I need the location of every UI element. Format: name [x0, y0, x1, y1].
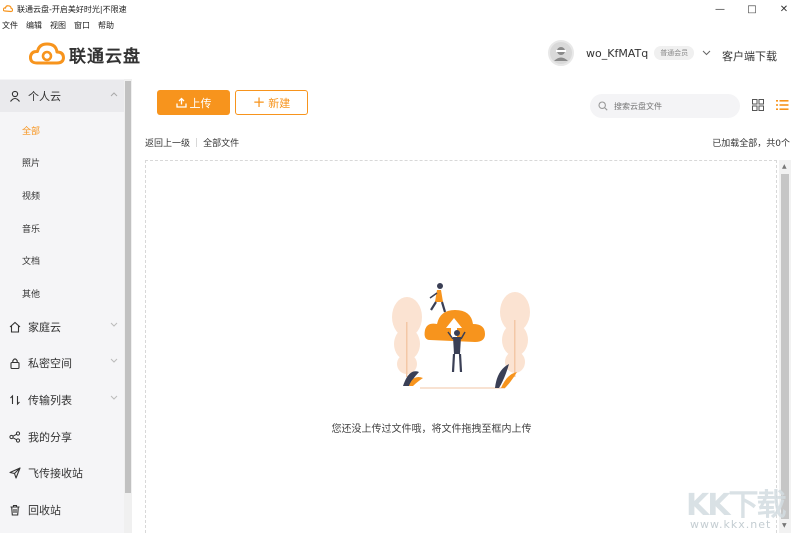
- sidebar-item-family-cloud[interactable]: 家庭云: [0, 311, 124, 343]
- upload-button[interactable]: 上传: [157, 90, 230, 115]
- sidebar-item-videos[interactable]: 视频: [22, 189, 40, 202]
- empty-upload-illustration: [392, 283, 530, 389]
- empty-state-text: 您还没上传过文件哦，将文件拖拽至框内上传: [331, 424, 532, 435]
- watermark-url: www.kkx.net: [690, 518, 772, 531]
- new-button[interactable]: + 新建: [235, 90, 308, 115]
- logo[interactable]: 联通云盘: [29, 41, 141, 67]
- grid-view-icon[interactable]: [752, 99, 764, 111]
- user-menu[interactable]: wo_KfMATq 普通会员: [548, 40, 711, 66]
- window-controls: — □ ✕: [704, 0, 800, 18]
- search-icon: [598, 101, 608, 111]
- download-client-link[interactable]: 客户端下载: [722, 48, 777, 64]
- breadcrumb: 返回上一级 | 全部文件: [145, 136, 239, 150]
- maximize-button[interactable]: □: [736, 0, 768, 18]
- empty-state-message: 您还没上传过文件哦，将文件拖拽至框内上传: [0, 420, 800, 435]
- new-button-label: 新建: [268, 96, 291, 110]
- sidebar-item-label: 传输列表: [28, 394, 72, 407]
- trash-icon: [9, 504, 21, 516]
- app-header: 联通云盘 wo_KfMATq 普通会员 客户端下载: [0, 32, 800, 77]
- sidebar-item-personal-cloud[interactable]: 个人云: [0, 80, 124, 112]
- minimize-button[interactable]: —: [704, 0, 736, 18]
- sidebar-item-private-space[interactable]: 私密空间: [0, 347, 124, 379]
- sidebar-item-all[interactable]: 全部: [22, 124, 40, 137]
- home-icon: [9, 321, 21, 333]
- sidebar-item-label: 私密空间: [28, 357, 72, 370]
- sidebar-item-transfer-list[interactable]: 传输列表: [0, 384, 124, 416]
- sidebar-item-label: 回收站: [28, 504, 61, 517]
- breadcrumb-back[interactable]: 返回上一级: [145, 136, 190, 149]
- username[interactable]: wo_KfMATq: [586, 47, 648, 60]
- upload-button-label: 上传: [189, 96, 212, 110]
- sidebar-item-recycle-bin[interactable]: 回收站: [0, 494, 124, 526]
- breadcrumb-separator: |: [195, 137, 199, 148]
- chevron-down-icon: [110, 358, 118, 363]
- logo-text: 联通云盘: [69, 46, 141, 67]
- avatar[interactable]: [548, 40, 574, 66]
- sidebar-item-label: 个人云: [28, 90, 61, 103]
- sidebar-item-photos[interactable]: 照片: [22, 156, 40, 169]
- search-box[interactable]: [590, 94, 740, 118]
- breadcrumb-current[interactable]: 全部文件: [203, 136, 239, 149]
- search-input[interactable]: [614, 101, 724, 111]
- member-badge: 普通会员: [654, 46, 695, 60]
- user-icon: [9, 90, 21, 102]
- menu-window[interactable]: 窗口: [74, 20, 90, 31]
- sidebar-item-music[interactable]: 音乐: [22, 222, 40, 235]
- title-bar: 联通云盘-开启美好时光|不限速: [0, 0, 800, 18]
- cloud-logo-icon: [29, 42, 65, 65]
- plus-icon: +: [252, 93, 266, 111]
- window-title: 联通云盘-开启美好时光|不限速: [17, 4, 127, 14]
- app-icon: [3, 5, 13, 13]
- sidebar-item-fly-receive[interactable]: 飞传接收站: [0, 457, 124, 489]
- load-status: 已加载全部，共0个: [712, 139, 790, 149]
- sidebar-item-label: 飞传接收站: [28, 467, 83, 480]
- list-view-icon[interactable]: [776, 99, 789, 111]
- chevron-up-icon: [110, 92, 118, 97]
- paper-plane-icon: [9, 467, 21, 479]
- main-scroll-thumb[interactable]: [781, 174, 789, 519]
- transfer-arrows-icon: [9, 394, 21, 406]
- chevron-down-icon: [110, 322, 118, 327]
- upload-icon: [175, 97, 187, 108]
- lock-icon: [9, 357, 21, 369]
- sidebar-item-label: 家庭云: [28, 321, 61, 334]
- menu-file[interactable]: 文件: [2, 20, 18, 31]
- chevron-down-icon[interactable]: [702, 50, 711, 56]
- close-button[interactable]: ✕: [768, 0, 800, 18]
- main-scrollbar[interactable]: ▲ ▼: [779, 160, 791, 533]
- chevron-down-icon: [110, 395, 118, 400]
- user-avatar-icon: [554, 47, 568, 61]
- sidebar-item-other[interactable]: 其他: [22, 287, 40, 300]
- menu-view[interactable]: 视图: [50, 20, 66, 31]
- menu-help[interactable]: 帮助: [98, 20, 114, 31]
- sidebar-item-documents[interactable]: 文档: [22, 254, 40, 267]
- menu-edit[interactable]: 编辑: [26, 20, 42, 31]
- sidebar-scrollbar[interactable]: [124, 79, 132, 533]
- scroll-up-arrow-icon[interactable]: ▲: [782, 163, 787, 170]
- menu-bar: 文件 编辑 视图 窗口 帮助: [0, 18, 122, 32]
